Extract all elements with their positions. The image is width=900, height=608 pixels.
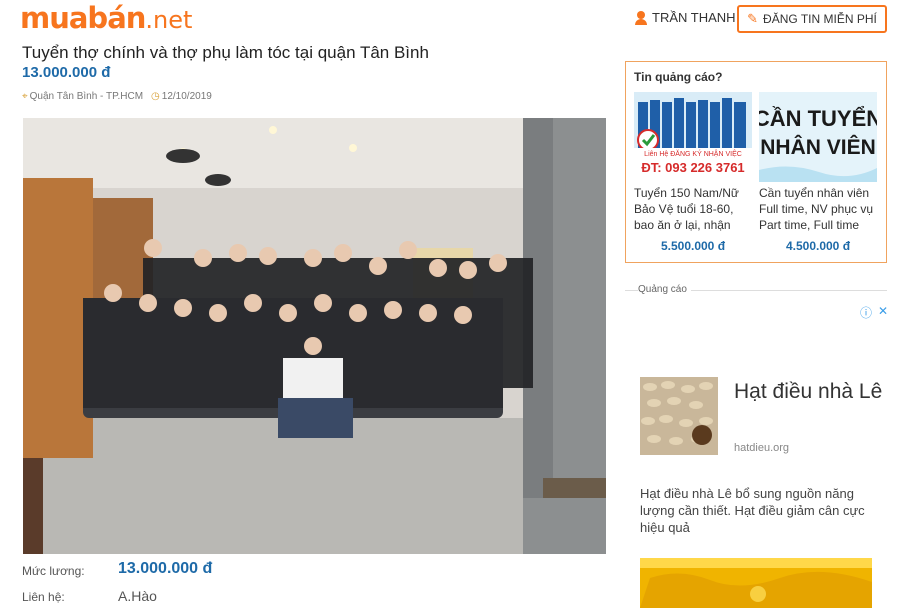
listing-title: Tuyển thợ chính và thợ phụ làm tóc tại q… <box>22 43 429 62</box>
sponsored-title[interactable]: Hạt điều nhà Lê <box>734 379 884 405</box>
sponsored-domain[interactable]: hatdieu.org <box>734 442 789 454</box>
pencil-icon: ✎ <box>747 11 759 26</box>
contact-row: Liên hệ: <box>22 590 65 604</box>
ad-thumbnail[interactable]: CẦN TUYỂN NHÂN VIÊN <box>759 92 877 182</box>
user-account-link[interactable]: TRẦN THANH <box>634 10 736 25</box>
sponsored-label: Quảng cáo <box>638 284 691 295</box>
ad-thumbnail[interactable]: Liên Hệ ĐĂNG KÝ NHẬN VIỆC ĐT: 093 226 37… <box>634 92 752 182</box>
location-text: Quận Tân Bình - TP.HCM <box>29 91 144 102</box>
banner-phone: ĐT: 093 226 3761 <box>641 160 744 175</box>
sponsored-image[interactable] <box>640 377 718 455</box>
logo-tld-text: .net <box>145 6 193 34</box>
adchoices[interactable]: ⓘ ✕ <box>860 304 888 321</box>
security-guard-banner: Liên Hệ ĐĂNG KÝ NHẬN VIỆC ĐT: 093 226 37… <box>634 92 752 182</box>
date-text: 12/10/2019 <box>161 91 212 102</box>
contact-value: A.Hào <box>118 588 157 604</box>
hiring-banner: CẦN TUYỂN NHÂN VIÊN <box>759 92 877 182</box>
banner-line: Liên Hệ ĐĂNG KÝ NHẬN VIỆC <box>644 149 742 158</box>
post-date: ◷ 12/10/2019 <box>151 91 212 102</box>
salary-row: Mức lương: <box>22 564 85 578</box>
salary-value: 13.000.000 đ <box>118 560 213 577</box>
ad-card[interactable]: CẦN TUYỂN NHÂN VIÊN Cần tuyển nhân viên … <box>759 92 877 253</box>
sponsored-product-image[interactable] <box>640 558 872 608</box>
salon-group-photo <box>23 118 606 554</box>
header: muabán.net TRẦN THANH ✎ ĐĂNG TIN MIỄN PH… <box>0 0 900 38</box>
promoted-ads-box: Tin quảng cáo? Liên Hệ ĐĂNG KÝ NHẬN VIỆC… <box>625 61 887 263</box>
banner-line: CẦN TUYỂN <box>759 106 877 131</box>
listing-photo[interactable] <box>23 118 606 554</box>
logo-main-text: muabán <box>20 1 146 35</box>
ad-card[interactable]: Liên Hệ ĐĂNG KÝ NHẬN VIỆC ĐT: 093 226 37… <box>634 92 752 253</box>
ad-text: Cần tuyển nhân viên Full time, NV phục v… <box>759 186 874 232</box>
ads-box-title[interactable]: Tin quảng cáo? <box>634 70 722 84</box>
listing-meta: ⌖ Quận Tân Bình - TP.HCM ◷ 12/10/2019 <box>22 91 212 102</box>
post-button-label: ĐĂNG TIN MIỄN PHÍ <box>763 12 877 26</box>
ad-price: 4.500.000 đ <box>785 239 851 253</box>
ad-price: 5.500.000 đ <box>660 239 726 253</box>
listing-price: 13.000.000 đ <box>22 64 111 81</box>
adchoices-icon[interactable]: ⓘ <box>860 304 872 321</box>
location[interactable]: ⌖ Quận Tân Bình - TP.HCM <box>22 91 143 102</box>
close-icon[interactable]: ✕ <box>878 304 888 321</box>
clock-icon: ◷ <box>151 91 160 102</box>
sponsored-description: Hạt điều nhà Lê bổ sung nguồn năng lượng… <box>640 486 865 535</box>
banner-line: NHÂN VIÊN <box>760 135 876 159</box>
product-bags-image <box>640 558 872 608</box>
user-name: TRẦN THANH <box>652 10 736 25</box>
site-logo[interactable]: muabán.net <box>20 1 192 37</box>
post-free-ad-button[interactable]: ✎ ĐĂNG TIN MIỄN PHÍ <box>737 5 887 33</box>
salary-label: Mức lương: <box>22 564 85 578</box>
cashew-image <box>640 377 718 455</box>
ad-text: Tuyển 150 Nam/Nữ Bảo Vệ tuổi 18-60, bao … <box>634 186 739 232</box>
user-icon <box>634 10 648 25</box>
location-pin-icon: ⌖ <box>22 91 28 102</box>
contact-label: Liên hệ: <box>22 590 65 604</box>
